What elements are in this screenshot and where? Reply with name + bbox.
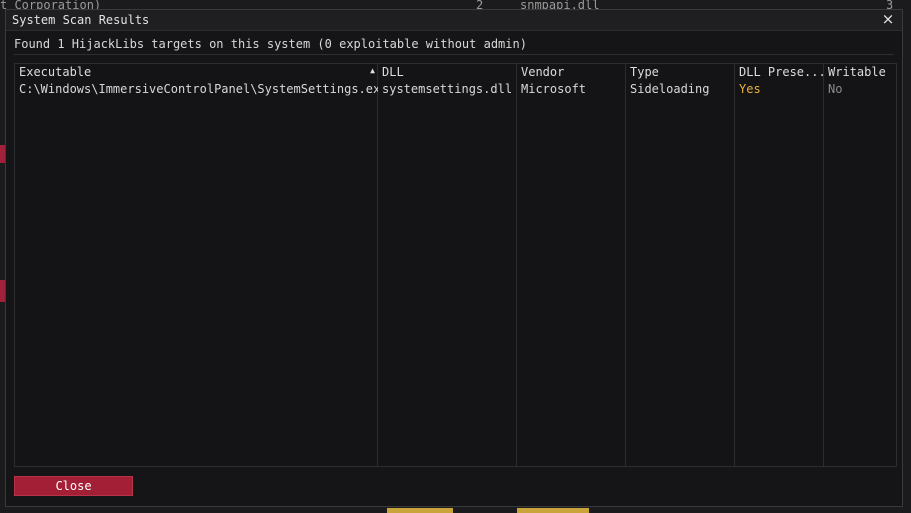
column-header-vendor[interactable]: Vendor <box>517 64 626 80</box>
header-label: Executable <box>19 65 92 79</box>
dialog-title: System Scan Results <box>12 13 150 27</box>
close-icon[interactable]: × <box>880 11 896 27</box>
cell-writable: No <box>828 82 843 96</box>
background-highlight <box>517 508 589 513</box>
column-divider <box>626 64 735 466</box>
column-divider <box>378 64 517 466</box>
column-header-dll[interactable]: DLL <box>378 64 517 80</box>
results-table: Executable ▲ DLL Vendor Type DLL Prese..… <box>14 63 897 467</box>
cell-executable: C:\Windows\ImmersiveControlPanel\SystemS… <box>19 82 378 96</box>
background-highlight <box>387 508 453 513</box>
cell-vendor: Microsoft <box>521 82 587 96</box>
divider <box>14 54 894 55</box>
cell-type: Sideloading <box>630 82 710 96</box>
scan-summary: Found 1 HijackLibs targets on this syste… <box>14 37 527 51</box>
dialog-titlebar[interactable]: System Scan Results × <box>6 10 902 31</box>
column-header-type[interactable]: Type <box>626 64 735 80</box>
table-header: Executable ▲ DLL Vendor Type DLL Prese..… <box>15 64 896 80</box>
close-button[interactable]: Close <box>14 476 133 496</box>
column-divider <box>735 64 824 466</box>
cell-dll-present: Yes <box>739 82 761 96</box>
column-divider <box>15 64 378 466</box>
column-header-executable[interactable]: Executable ▲ <box>15 64 378 80</box>
column-header-dll-present[interactable]: DLL Prese... <box>735 64 824 80</box>
sort-ascending-icon: ▲ <box>370 66 375 75</box>
column-header-writable[interactable]: Writable <box>824 64 896 80</box>
scan-results-dialog: System Scan Results × Found 1 HijackLibs… <box>5 9 903 507</box>
cell-dll: systemsettings.dll <box>382 82 513 96</box>
column-divider <box>517 64 626 466</box>
